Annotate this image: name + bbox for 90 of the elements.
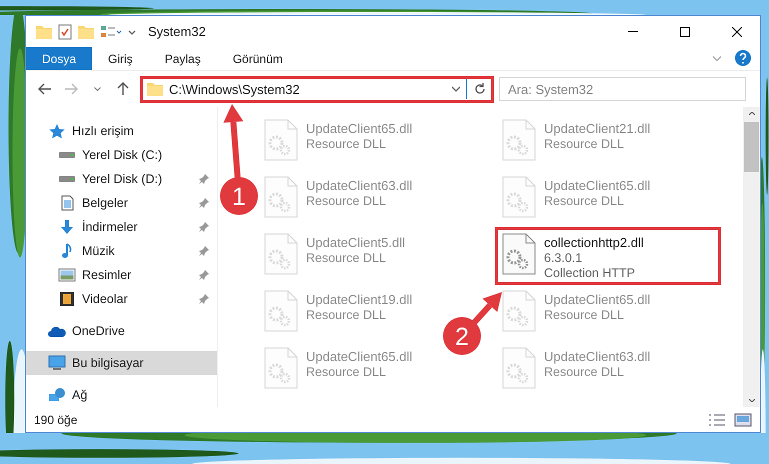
gear-file-icon bbox=[264, 290, 298, 332]
numbered-arrow-callout: 1 bbox=[220, 104, 258, 215]
dropdown-icon bbox=[128, 28, 136, 34]
ribbon-tab[interactable]: Görünüm bbox=[216, 47, 299, 70]
download-arrow-icon bbox=[58, 219, 76, 235]
item-count: 190 öğe bbox=[34, 412, 78, 426]
refresh-icon[interactable] bbox=[473, 82, 487, 96]
file-detail: Resource DLL bbox=[306, 137, 387, 151]
file-detail: Resource DLL bbox=[306, 365, 387, 379]
forward-arrow-icon bbox=[64, 83, 78, 95]
pin-icon bbox=[199, 294, 209, 304]
numbered-arrow-callout: 2 bbox=[443, 292, 502, 355]
properties-icon bbox=[58, 24, 72, 40]
window-title: System32 bbox=[148, 24, 207, 39]
scroll-down-icon bbox=[748, 399, 754, 402]
pin-icon bbox=[199, 174, 209, 184]
network-icon bbox=[48, 387, 66, 403]
sidebar-item[interactable]: Hızlı erişim bbox=[26, 119, 217, 143]
gear-file-icon bbox=[264, 176, 298, 218]
file-detail: Resource DLL bbox=[544, 308, 625, 322]
file-name: collectionhttp2.dll bbox=[544, 235, 644, 250]
gear-file-icon bbox=[264, 119, 298, 161]
ribbon-tab[interactable]: Paylaş bbox=[148, 47, 217, 70]
file-detail: Resource DLL bbox=[306, 308, 387, 322]
sidebar-item[interactable]: İndirmeler bbox=[26, 215, 217, 239]
drive-icon bbox=[58, 175, 76, 183]
file-detail: Resource DLL bbox=[306, 194, 387, 208]
file-tile[interactable]: collectionhttp2.dll 6.3.0.1 Collection HTTP bbox=[495, 227, 721, 285]
pin-icon bbox=[199, 222, 209, 232]
sidebar-item[interactable]: Videolar bbox=[26, 287, 217, 311]
sidebar-item[interactable]: Belgeler bbox=[26, 191, 217, 215]
minimize-icon bbox=[628, 31, 638, 32]
scrollbar[interactable] bbox=[743, 107, 760, 407]
gear-file-icon bbox=[502, 290, 536, 332]
help-icon[interactable] bbox=[734, 49, 752, 67]
chevron-down-icon bbox=[712, 56, 722, 60]
gear-file-icon bbox=[502, 119, 536, 161]
file-name: UpdateClient5.dll bbox=[306, 235, 406, 250]
sidebar-item[interactable]: OneDrive bbox=[26, 319, 217, 343]
chevron-down-icon bbox=[452, 86, 460, 92]
sidebar-item[interactable]: Bu bilgisayar bbox=[26, 351, 217, 375]
gear-file-icon bbox=[502, 233, 536, 275]
folder-icon bbox=[147, 82, 163, 96]
folder-icon bbox=[36, 24, 52, 38]
file-name: UpdateClient65.dll bbox=[544, 292, 650, 307]
file-detail: Collection HTTP bbox=[544, 266, 636, 280]
large-icons-view-icon[interactable] bbox=[734, 412, 752, 426]
sidebar-item[interactable]: Yerel Disk (C:) bbox=[26, 143, 217, 167]
search-field[interactable]: Ara: System32 bbox=[499, 77, 746, 101]
file-name: UpdateClient65.dll bbox=[306, 121, 412, 136]
sidebar-item[interactable]: Ağ bbox=[26, 383, 217, 407]
details-view-icon[interactable] bbox=[708, 412, 726, 426]
gear-file-icon bbox=[502, 176, 536, 218]
file-detail: Resource DLL bbox=[544, 137, 625, 151]
file-name: UpdateClient63.dll bbox=[306, 178, 412, 193]
pin-icon bbox=[199, 198, 209, 208]
monitor-icon bbox=[48, 355, 66, 371]
gear-file-icon bbox=[264, 347, 298, 389]
file-detail: 6.3.0.1 bbox=[544, 251, 584, 265]
gear-file-icon bbox=[264, 233, 298, 275]
image-icon bbox=[58, 267, 76, 283]
chevron-down-icon bbox=[94, 87, 100, 91]
sidebar-item[interactable]: Yerel Disk (D:) bbox=[26, 167, 217, 191]
scroll-thumb[interactable] bbox=[744, 122, 759, 172]
file-name: UpdateClient19.dll bbox=[306, 292, 412, 307]
drive-icon bbox=[58, 151, 76, 159]
star-icon bbox=[48, 123, 66, 139]
scroll-up-icon bbox=[748, 112, 754, 115]
file-name: UpdateClient63.dll bbox=[544, 349, 650, 364]
file-name: UpdateClient21.dll bbox=[544, 121, 650, 136]
gear-file-icon bbox=[502, 347, 536, 389]
pin-icon bbox=[199, 246, 209, 256]
up-arrow-icon bbox=[117, 82, 129, 96]
ribbon-tab[interactable]: Giriş bbox=[92, 47, 149, 70]
file-name: UpdateClient65.dll bbox=[306, 349, 412, 364]
new-folder-icon bbox=[78, 24, 94, 38]
file-name: UpdateClient65.dll bbox=[544, 178, 650, 193]
sidebar-item[interactable]: Resimler bbox=[26, 263, 217, 287]
address-bar[interactable]: C:\Windows\System32 bbox=[140, 76, 494, 102]
film-icon bbox=[58, 291, 76, 307]
maximize-icon bbox=[680, 26, 690, 36]
back-arrow-icon bbox=[38, 83, 52, 95]
file-detail: Resource DLL bbox=[544, 194, 625, 208]
file-detail: Resource DLL bbox=[544, 365, 625, 379]
file-detail: Resource DLL bbox=[306, 251, 387, 265]
list-icon bbox=[100, 24, 122, 38]
sidebar-item[interactable]: Müzik bbox=[26, 239, 217, 263]
close-icon bbox=[732, 26, 742, 36]
pin-icon bbox=[199, 270, 209, 280]
ribbon-tab[interactable]: Dosya bbox=[26, 47, 92, 70]
